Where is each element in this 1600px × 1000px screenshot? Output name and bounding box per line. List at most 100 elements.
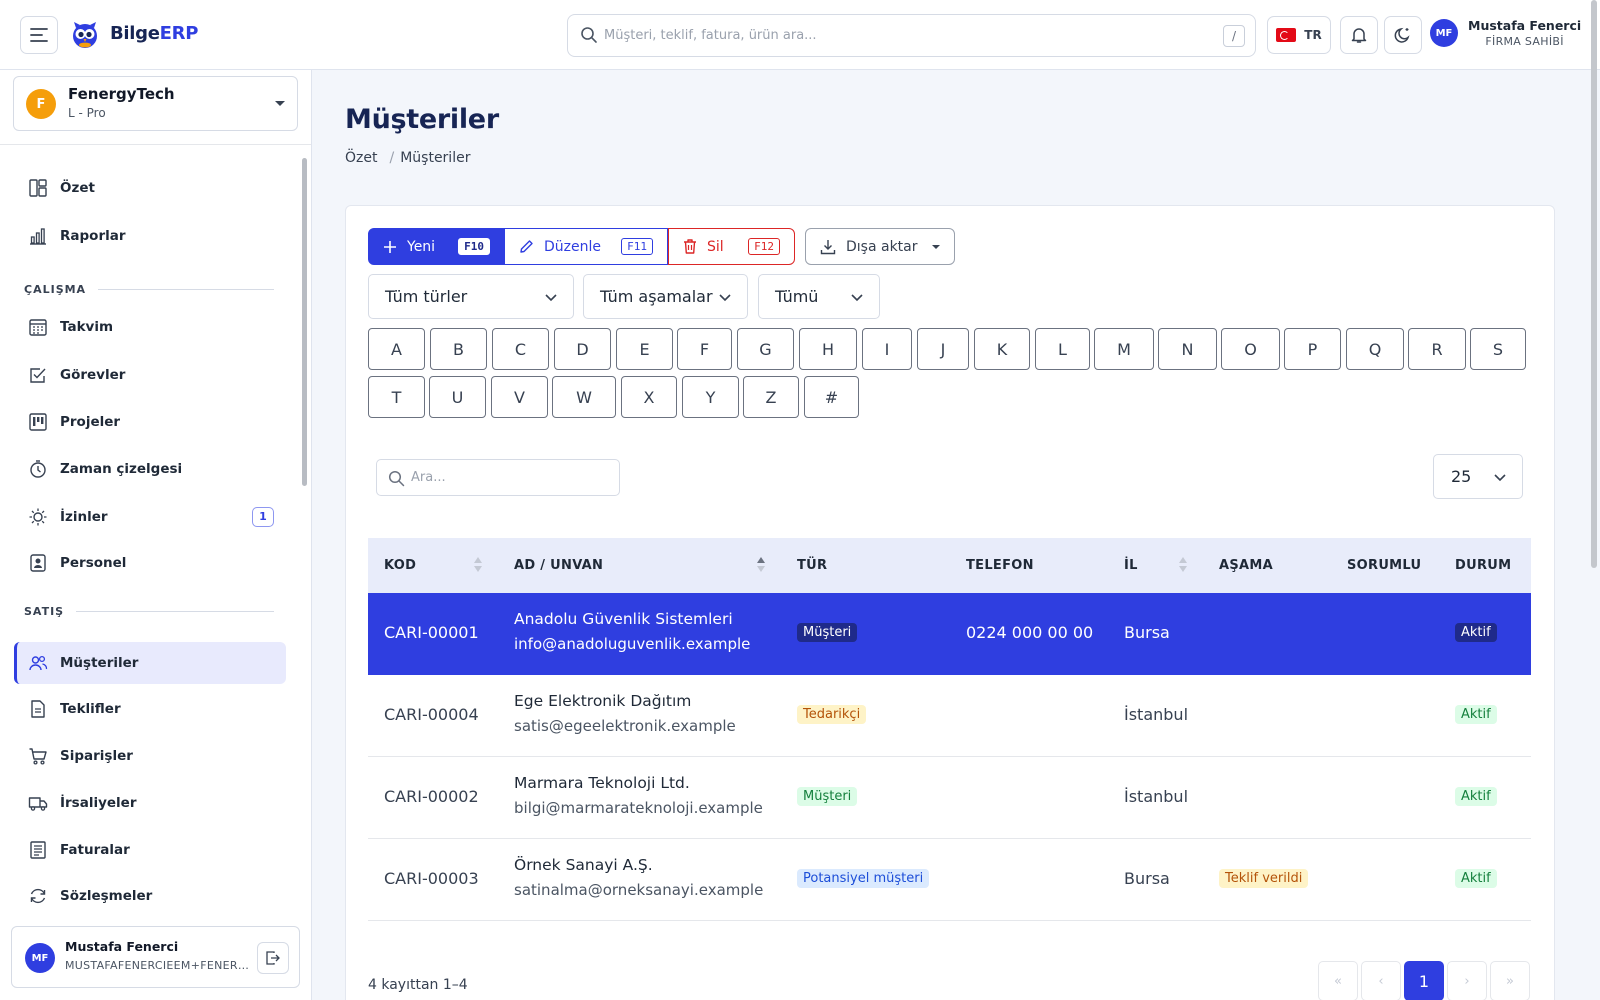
letter-button[interactable]: N <box>1158 328 1217 370</box>
letter-button[interactable]: E <box>616 328 673 370</box>
status-filter-select[interactable]: Tümü <box>758 274 880 319</box>
global-search-input[interactable] <box>604 15 1184 56</box>
type-filter-select[interactable]: Tüm türler <box>368 274 574 319</box>
page-scrollbar[interactable] <box>1591 0 1597 568</box>
sidebar-item-gorevler[interactable]: Görevler <box>14 354 286 396</box>
sidebar-item-zaman-cizelgesi[interactable]: Zaman çizelgesi <box>14 448 286 490</box>
letter-button[interactable]: R <box>1408 328 1466 370</box>
language-button[interactable]: TR <box>1267 16 1331 54</box>
pagination-first-button[interactable]: « <box>1318 961 1358 1000</box>
sidebar-item-raporlar[interactable]: Raporlar <box>14 215 286 257</box>
letter-button[interactable]: Y <box>682 376 739 418</box>
table-row[interactable]: CARI-00002 Marmara Teknoloji Ltd. bilgi@… <box>368 757 1531 839</box>
letter-button[interactable]: F <box>677 328 732 370</box>
letter-button[interactable]: U <box>429 376 486 418</box>
sidebar-item-musteriler[interactable]: Müşteriler <box>14 642 286 684</box>
breadcrumb-separator: / <box>389 150 395 166</box>
sidebar-item-izinler[interactable]: İzinler 1 <box>14 496 286 538</box>
logout-button[interactable] <box>257 942 289 974</box>
row-code: CARI-00002 <box>384 787 479 806</box>
document-icon <box>28 699 48 719</box>
pagination-next-button[interactable]: › <box>1447 961 1487 1000</box>
type-badge: Müşteri <box>797 787 858 806</box>
menu-toggle-button[interactable] <box>20 16 58 54</box>
table-header: KOD AD / UNVAN TÜR TELEFON İL AŞAMA SORU… <box>368 538 1531 593</box>
sidebar-scrollbar[interactable] <box>302 158 307 486</box>
letter-button[interactable]: O <box>1221 328 1280 370</box>
sidebar-item-siparisler[interactable]: Siparişler <box>14 735 286 777</box>
letter-button[interactable]: P <box>1284 328 1341 370</box>
notifications-button[interactable] <box>1340 16 1378 54</box>
global-search[interactable]: / <box>567 14 1256 57</box>
sort-icon[interactable] <box>1178 556 1188 574</box>
column-header-city[interactable]: İL <box>1124 538 1138 593</box>
column-header-type: TÜR <box>797 558 828 573</box>
sort-ascending-icon[interactable] <box>756 556 766 574</box>
letter-button[interactable]: L <box>1035 328 1090 370</box>
refresh-icon <box>28 886 48 906</box>
sidebar-item-projeler[interactable]: Projeler <box>14 401 286 443</box>
table-row[interactable]: CARI-00003 Örnek Sanayi A.Ş. satinalma@o… <box>368 839 1531 921</box>
letter-button[interactable]: X <box>621 376 677 418</box>
row-email: satinalma@orneksanayi.example <box>514 881 764 899</box>
pagination-page-button[interactable]: 1 <box>1404 961 1444 1000</box>
column-header-name[interactable]: AD / UNVAN <box>514 538 603 593</box>
sidebar-item-teklifler[interactable]: Teklifler <box>14 688 286 730</box>
letter-button[interactable]: B <box>430 328 487 370</box>
sidebar-user-name: Mustafa Fenerci <box>65 939 179 954</box>
table-row[interactable]: CARI-00004 Ege Elektronik Dağıtım satis@… <box>368 675 1531 757</box>
delete-button[interactable]: Sil F12 <box>668 228 795 265</box>
company-avatar: F <box>26 89 56 119</box>
letter-button[interactable]: S <box>1470 328 1526 370</box>
table-search-input[interactable] <box>411 460 611 495</box>
row-phone: 0224 000 00 00 <box>966 623 1094 642</box>
letter-button[interactable]: H <box>799 328 857 370</box>
breadcrumb-root-link[interactable]: Özet <box>345 150 377 166</box>
letter-button[interactable]: V <box>491 376 548 418</box>
table-row[interactable]: CARI-00001 Anadolu Güvenlik Sistemleri i… <box>368 593 1531 675</box>
letter-button[interactable]: A <box>368 328 425 370</box>
sidebar-item-label: İrsaliyeler <box>60 795 137 811</box>
company-switcher[interactable]: F FenergyTech L - Pro <box>13 76 298 131</box>
page-size-select[interactable]: 25 <box>1433 454 1523 499</box>
letter-button[interactable]: W <box>552 376 616 418</box>
letter-button[interactable]: J <box>917 328 969 370</box>
sidebar-item-label: Zaman çizelgesi <box>60 461 183 477</box>
letter-button[interactable]: Q <box>1346 328 1404 370</box>
letter-button[interactable]: # <box>804 376 859 418</box>
export-button[interactable]: Dışa aktar <box>805 228 955 265</box>
letter-button[interactable]: I <box>862 328 912 370</box>
chevron-down-icon <box>851 294 863 302</box>
user-menu[interactable]: MF Mustafa Fenerci FİRMA SAHİBİ <box>1430 18 1581 48</box>
sidebar-item-takvim[interactable]: Takvim <box>14 306 286 348</box>
letter-button[interactable]: M <box>1094 328 1154 370</box>
sidebar-item-irsaliyeler[interactable]: İrsaliyeler <box>14 782 286 824</box>
letter-button[interactable]: C <box>492 328 549 370</box>
pencil-icon <box>520 240 533 253</box>
table-search[interactable] <box>376 459 620 496</box>
pagination-prev-button[interactable]: ‹ <box>1361 961 1401 1000</box>
sidebar-item-faturalar[interactable]: Faturalar <box>14 829 286 871</box>
theme-toggle-button[interactable] <box>1384 16 1422 54</box>
letter-button[interactable]: G <box>737 328 794 370</box>
sort-icon[interactable] <box>473 556 483 574</box>
chevron-down-icon <box>1494 474 1506 482</box>
letter-button[interactable]: K <box>974 328 1030 370</box>
letter-button[interactable]: D <box>554 328 611 370</box>
new-shortcut: F10 <box>458 238 490 255</box>
row-email: bilgi@marmarateknoloji.example <box>514 799 763 817</box>
edit-button[interactable]: Düzenle F11 <box>505 228 668 265</box>
sidebar-item-personel[interactable]: Personel <box>14 542 286 584</box>
sidebar-item-label: Siparişler <box>60 748 133 764</box>
letter-button[interactable]: Z <box>743 376 799 418</box>
column-header-code[interactable]: KOD <box>384 538 416 593</box>
caret-down-icon <box>932 244 940 249</box>
sidebar-item-ozet[interactable]: Özet <box>14 167 286 209</box>
stage-filter-select[interactable]: Tüm aşamalar <box>583 274 748 319</box>
row-code: CARI-00001 <box>384 623 479 642</box>
pagination-last-button[interactable]: » <box>1490 961 1530 1000</box>
letter-button[interactable]: T <box>368 376 425 418</box>
new-button[interactable]: Yeni F10 <box>368 228 505 265</box>
sidebar-item-label: Müşteriler <box>60 655 139 671</box>
sidebar-item-sozlesmeler[interactable]: Sözleşmeler <box>14 875 286 917</box>
